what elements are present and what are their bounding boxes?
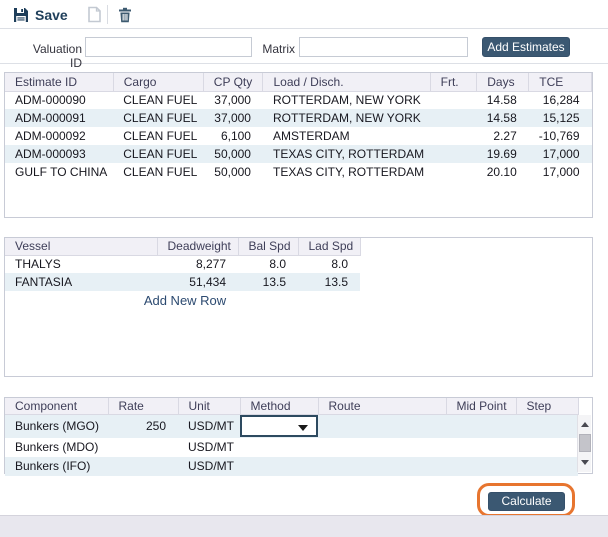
vessels-panel: Vessel Deadweight Bal Spd Lad Spd THALYS… (4, 237, 593, 377)
delete-button[interactable] (115, 4, 135, 25)
estimate-row[interactable]: ADM-000093 CLEAN FUEL 50,000 TEXAS CITY,… (5, 145, 592, 163)
component-row[interactable]: Bunkers (MDO) USD/MT (5, 438, 578, 457)
estimate-row[interactable]: ADM-000091 CLEAN FUEL 37,000 ROTTERDAM, … (5, 109, 592, 127)
component-row[interactable]: Bunkers (MGO) 250 USD/MT (5, 415, 578, 438)
add-new-row-link[interactable]: Add New Row (5, 293, 365, 308)
column-header: Component (5, 398, 108, 415)
column-header: TCE (529, 73, 592, 91)
calculate-button[interactable]: Calculate (488, 492, 565, 511)
estimates-table: Estimate ID Cargo CP Qty Load / Disch. F… (5, 73, 592, 181)
toolbar-separator (107, 5, 108, 24)
column-header: Estimate ID (5, 73, 113, 91)
matrix-label: Matrix (261, 42, 295, 56)
method-dropdown[interactable] (240, 415, 318, 437)
scroll-up-icon (581, 422, 589, 427)
column-header: Deadweight (157, 238, 238, 255)
vessels-table: Vessel Deadweight Bal Spd Lad Spd THALYS… (5, 238, 361, 291)
scrollbar-thumb[interactable] (579, 434, 591, 452)
filter-row: Valuation ID Matrix Add Estimates (0, 30, 608, 64)
footer-bar (0, 515, 608, 537)
valuation-id-input[interactable] (85, 37, 252, 57)
vessel-row[interactable]: FANTASIA 51,434 13.5 13.5 (5, 273, 360, 291)
vessels-header-row: Vessel Deadweight Bal Spd Lad Spd (5, 238, 360, 255)
column-header: Unit (178, 398, 240, 415)
scrollbar-down-button[interactable] (579, 456, 591, 469)
app-window: Save (0, 0, 608, 537)
components-header-row: Component Rate Unit Method Route Mid Poi… (5, 398, 578, 415)
estimates-header-row: Estimate ID Cargo CP Qty Load / Disch. F… (5, 73, 592, 91)
matrix-input[interactable] (299, 37, 468, 57)
save-button[interactable]: Save (13, 4, 68, 25)
components-panel: Component Rate Unit Method Route Mid Poi… (4, 397, 593, 474)
vertical-scrollbar[interactable] (577, 415, 591, 472)
toolbar: Save (0, 0, 608, 29)
valuation-id-label: Valuation ID (20, 42, 82, 70)
column-header: Step (516, 398, 578, 415)
column-header: Rate (108, 398, 178, 415)
dropdown-caret-icon (298, 425, 308, 431)
components-table: Component Rate Unit Method Route Mid Poi… (5, 398, 579, 476)
column-header: Frt. (430, 73, 477, 91)
save-icon (13, 7, 29, 23)
vessel-row[interactable]: THALYS 8,277 8.0 8.0 (5, 255, 360, 273)
scroll-down-icon (581, 460, 589, 465)
estimate-row[interactable]: ADM-000090 CLEAN FUEL 37,000 ROTTERDAM, … (5, 91, 592, 109)
estimates-panel: Estimate ID Cargo CP Qty Load / Disch. F… (4, 72, 593, 218)
column-header: Cargo (113, 73, 203, 91)
trash-icon (118, 7, 132, 23)
column-header: CP Qty (203, 73, 263, 91)
column-header: Lad Spd (298, 238, 360, 255)
column-header: Vessel (5, 238, 157, 255)
column-header: Method (240, 398, 318, 415)
estimate-row[interactable]: GULF TO CHINA CLEAN FUEL 50,000 TEXAS CI… (5, 163, 592, 181)
save-label: Save (35, 7, 68, 23)
column-header: Load / Disch. (263, 73, 430, 91)
component-row[interactable]: Bunkers (IFO) USD/MT (5, 457, 578, 476)
column-header: Days (477, 73, 529, 91)
estimate-row[interactable]: ADM-000092 CLEAN FUEL 6,100 AMSTERDAM 2.… (5, 127, 592, 145)
add-estimates-button[interactable]: Add Estimates (482, 37, 570, 57)
new-document-button[interactable] (84, 4, 104, 25)
column-header: Mid Point (446, 398, 516, 415)
column-header: Route (318, 398, 446, 415)
new-document-icon (87, 6, 102, 23)
column-header: Bal Spd (238, 238, 298, 255)
scrollbar-up-button[interactable] (579, 418, 591, 431)
